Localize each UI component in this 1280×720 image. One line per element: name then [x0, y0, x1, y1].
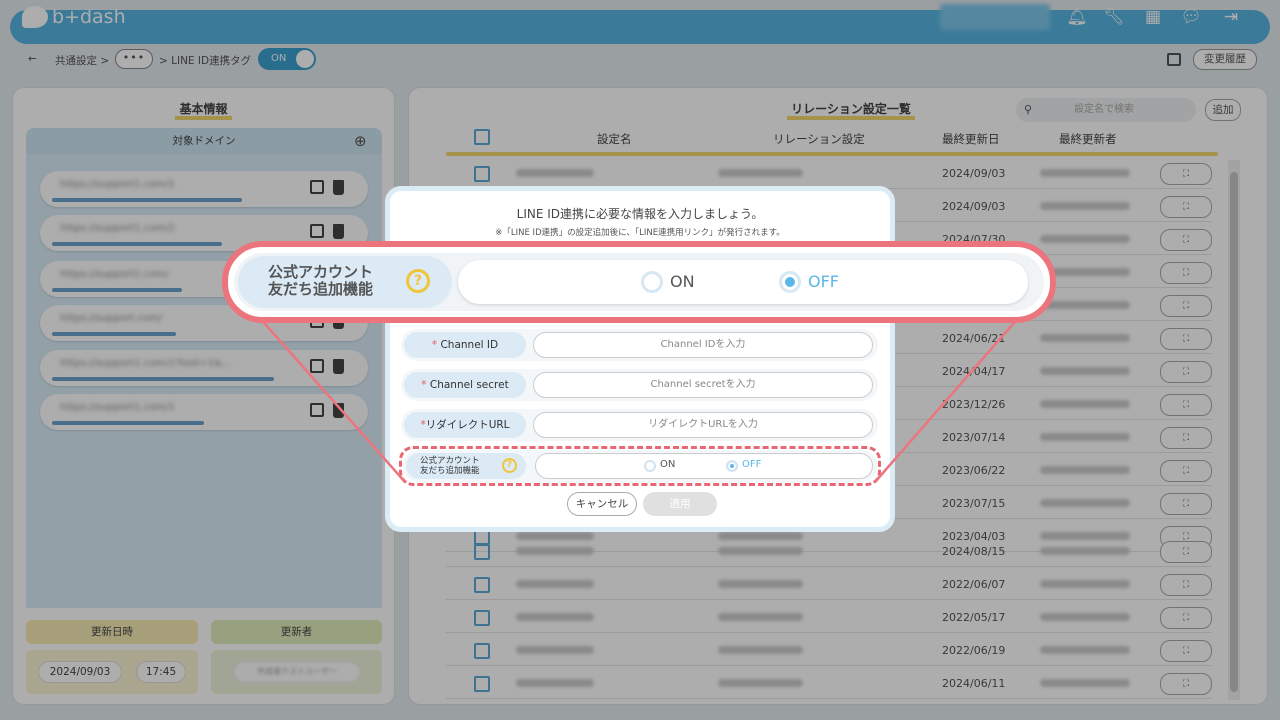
- zoom-radio-group: ON OFF: [458, 260, 1028, 304]
- help-icon[interactable]: ?: [406, 269, 430, 293]
- zoom-friend-add-label: 公式アカウント 友だち追加機能 ?: [238, 256, 452, 308]
- zoom-radio-off[interactable]: [779, 271, 801, 293]
- zoom-connector-lines: [257, 315, 1021, 483]
- zoom-radio-on[interactable]: [641, 271, 663, 293]
